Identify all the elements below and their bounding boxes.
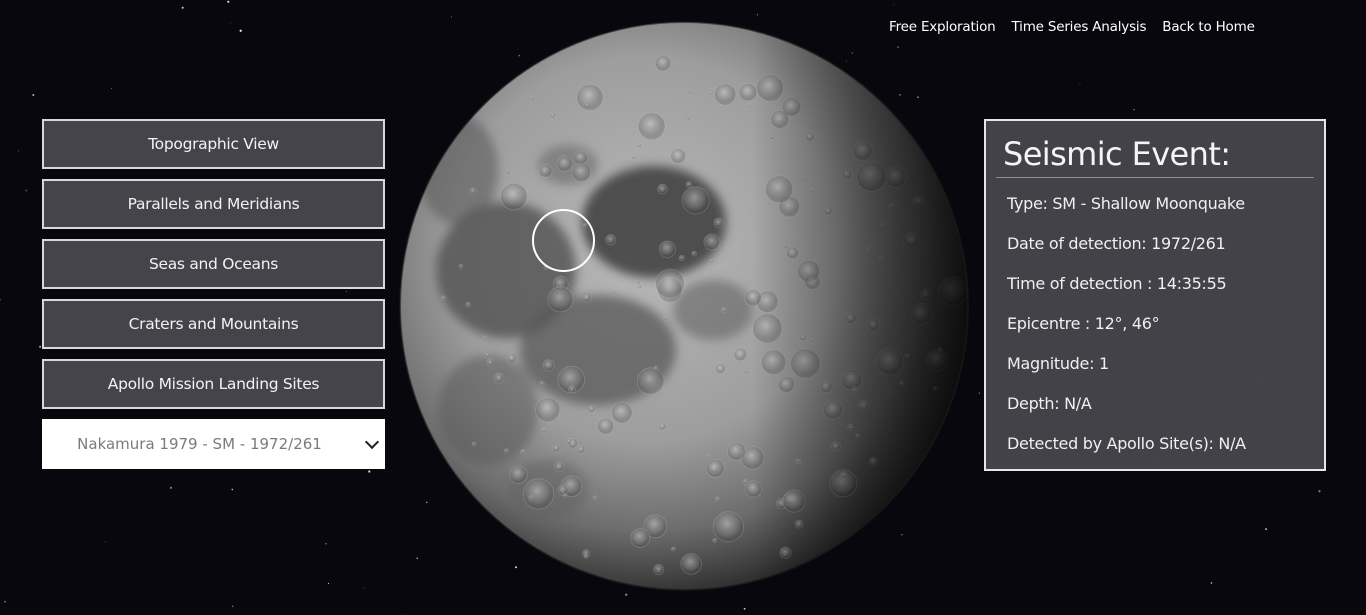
seismic-event-panel: Seismic Event: Type: SM - Shallow Moonqu…	[984, 119, 1326, 471]
star	[231, 488, 234, 491]
star	[363, 587, 365, 589]
apollo-landing-sites-button[interactable]: Apollo Mission Landing Sites	[42, 359, 385, 409]
event-detected-by: Detected by Apollo Site(s): N/A	[1007, 434, 1246, 453]
event-time: Time of detection : 14:35:55	[1007, 274, 1227, 293]
star	[401, 613, 403, 615]
layer-menu: Topographic View Parallels and Meridians…	[42, 119, 385, 469]
star	[0, 298, 1, 301]
event-marker-icon[interactable]	[532, 209, 595, 272]
star	[227, 0, 230, 3]
event-date: Date of detection: 1972/261	[1007, 234, 1226, 253]
nav-free-exploration[interactable]: Free Exploration	[889, 19, 996, 35]
star	[1133, 109, 1135, 111]
star	[181, 6, 184, 9]
star	[893, 4, 895, 6]
star	[625, 593, 628, 596]
star	[327, 582, 330, 585]
parallels-meridians-button[interactable]: Parallels and Meridians	[42, 179, 385, 229]
star	[111, 87, 113, 90]
star	[239, 29, 242, 32]
scene: Free Exploration Time Series Analysis Ba…	[0, 0, 1366, 615]
star	[743, 607, 746, 610]
craters-mountains-button[interactable]: Craters and Mountains	[42, 299, 385, 349]
star	[1210, 582, 1213, 584]
panel-title: Seismic Event:	[996, 121, 1314, 178]
event-select-wrapper: Nakamura 1979 - SM - 1972/261	[42, 419, 385, 469]
star	[32, 94, 35, 96]
event-epicentre: Epicentre : 12°, 46°	[1007, 314, 1160, 333]
top-nav: Free Exploration Time Series Analysis Ba…	[889, 19, 1255, 35]
nav-back-to-home[interactable]: Back to Home	[1162, 19, 1255, 35]
star	[325, 542, 327, 545]
star	[229, 22, 231, 24]
star	[756, 14, 759, 16]
moon-globe[interactable]	[398, 20, 970, 592]
seas-oceans-button[interactable]: Seas and Oceans	[42, 239, 385, 289]
star	[104, 541, 106, 543]
event-depth: Depth: N/A	[1007, 394, 1092, 413]
star	[25, 189, 28, 192]
star	[231, 605, 234, 607]
star	[39, 345, 42, 348]
star	[17, 150, 19, 152]
star	[1265, 528, 1268, 531]
star	[1318, 490, 1321, 493]
star	[169, 486, 173, 489]
star	[1079, 83, 1081, 85]
moon-icon	[399, 21, 969, 591]
event-type: Type: SM - Shallow Moonquake	[1007, 194, 1245, 213]
star	[368, 470, 371, 473]
star	[451, 16, 453, 18]
star	[978, 392, 981, 394]
seismic-event-select[interactable]: Nakamura 1979 - SM - 1972/261	[42, 419, 385, 469]
nav-time-series-analysis[interactable]: Time Series Analysis	[1012, 19, 1147, 35]
star	[4, 600, 6, 603]
event-magnitude: Magnitude: 1	[1007, 354, 1109, 373]
topographic-view-button[interactable]: Topographic View	[42, 119, 385, 169]
